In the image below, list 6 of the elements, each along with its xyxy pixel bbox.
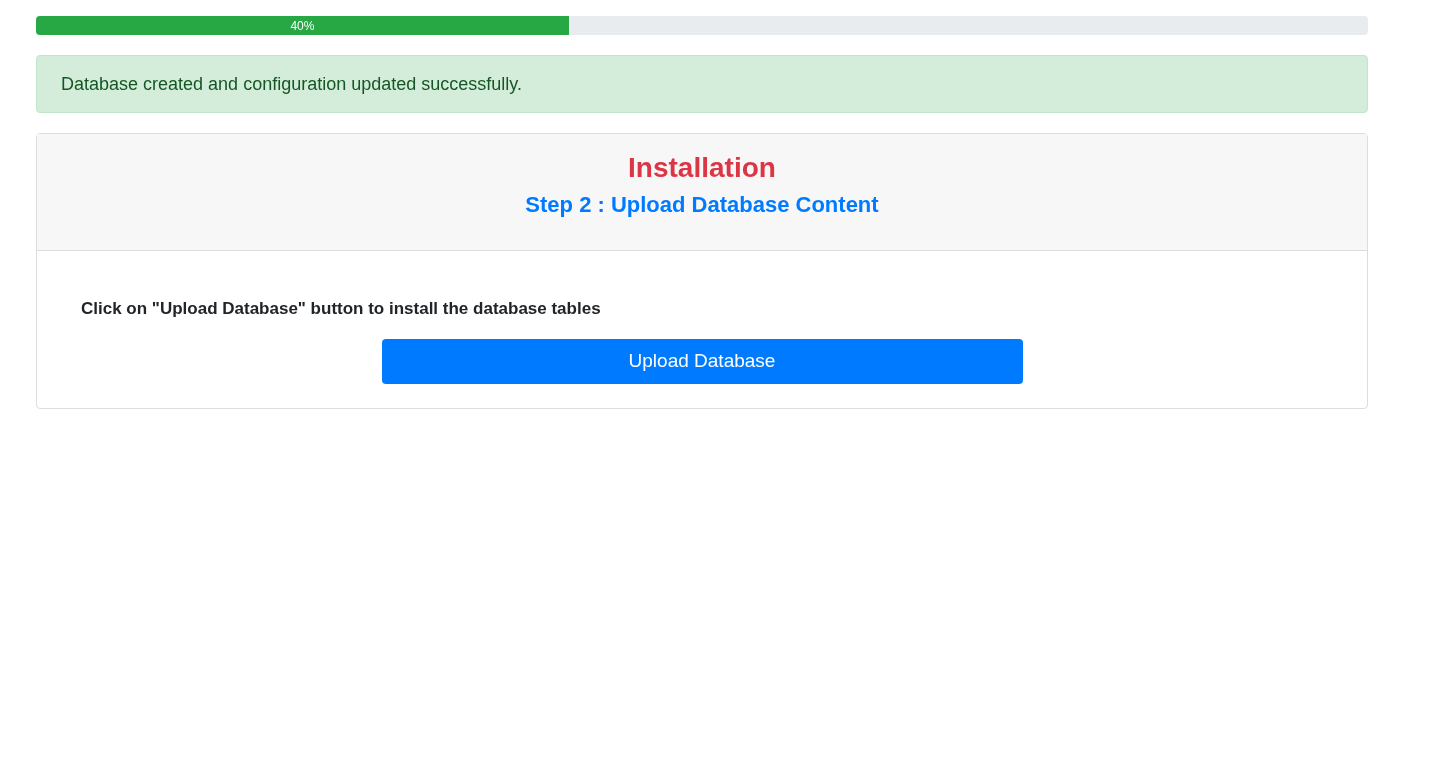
instruction-text: Click on "Upload Database" button to install the database tables <box>81 298 602 320</box>
progress-fill: 40% <box>36 16 569 35</box>
upload-database-button[interactable]: Upload Database <box>381 338 1023 384</box>
card-title: Installation <box>628 151 776 185</box>
success-alert: Database created and configuration updated successfully. <box>36 55 1368 113</box>
card-subtitle: Step 2 : Upload Database Content <box>525 191 879 219</box>
